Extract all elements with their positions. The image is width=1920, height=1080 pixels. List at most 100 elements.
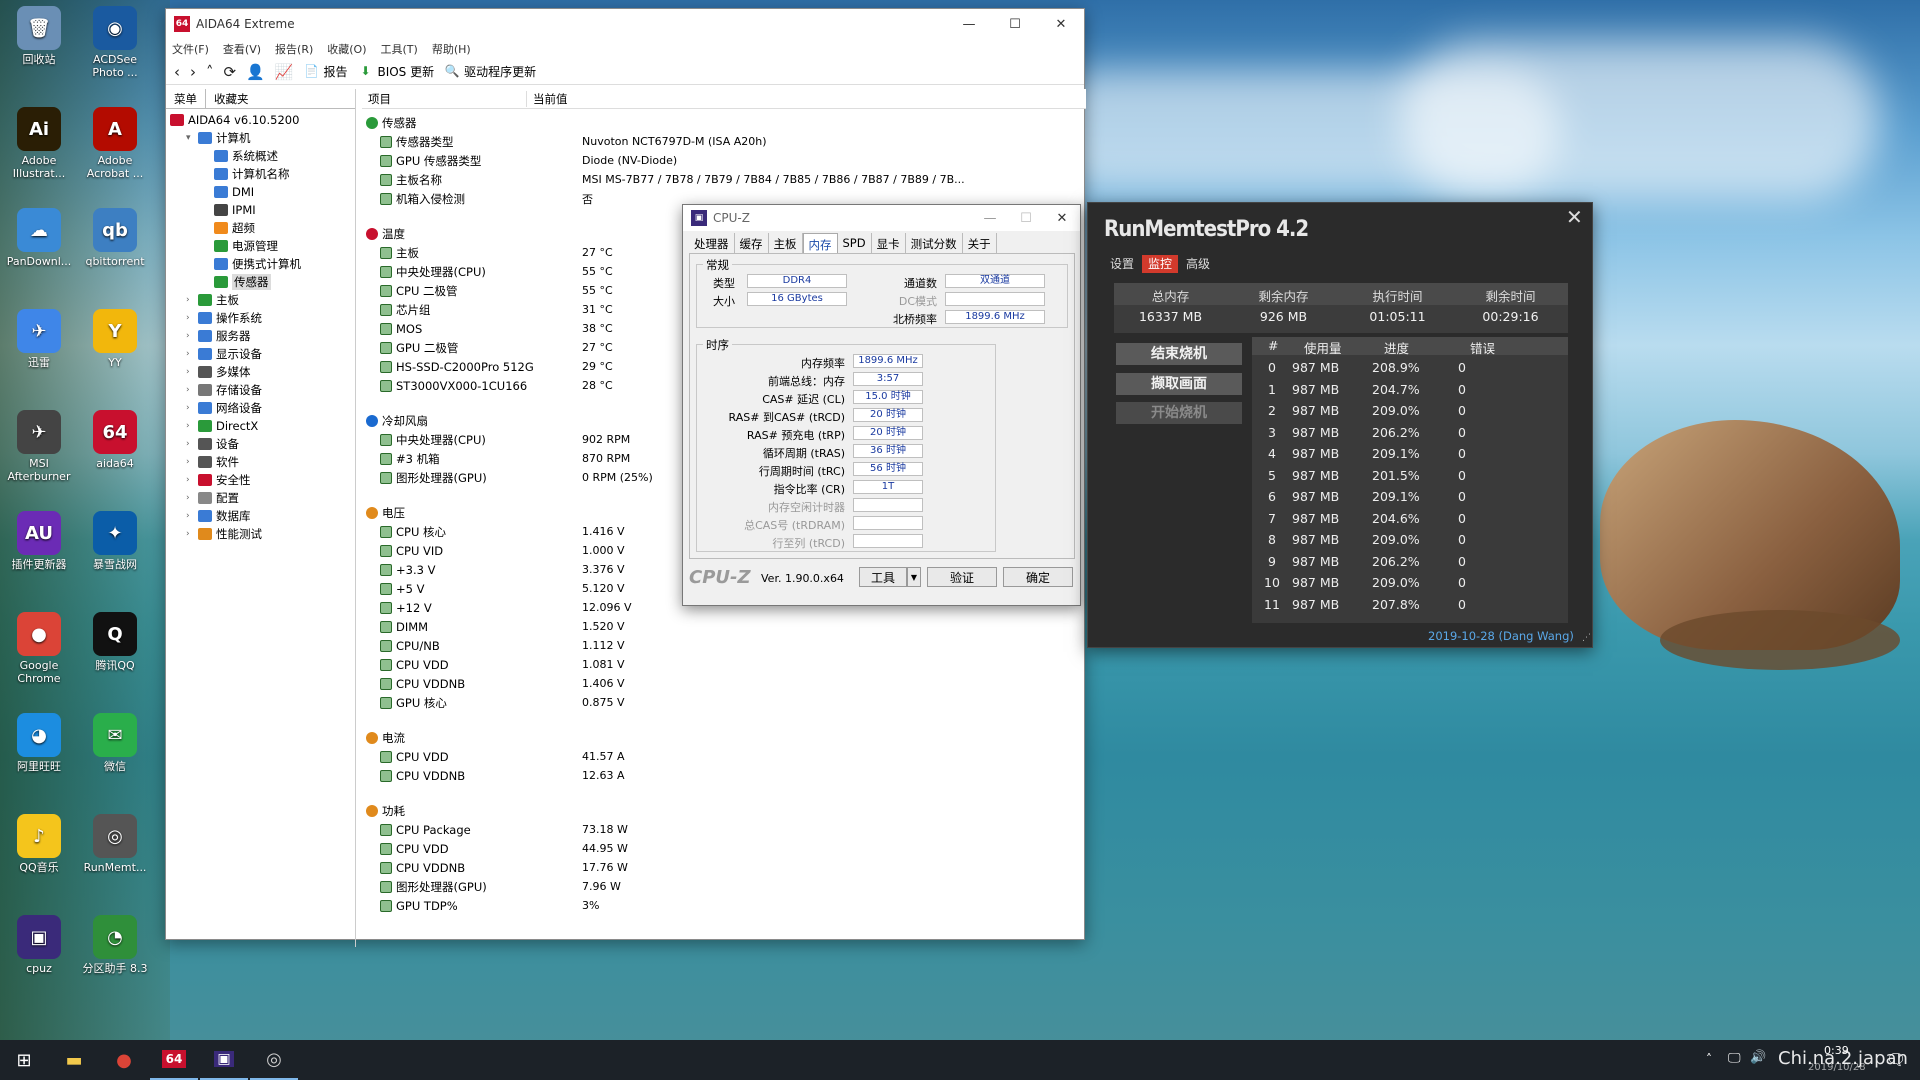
sensor-row[interactable]: CPU VDD 41.57 A	[362, 747, 1086, 766]
menu-item[interactable]: 查看(V)	[223, 41, 261, 57]
taskbar-cpuz[interactable]: ▣	[200, 1040, 248, 1080]
resize-grip-icon[interactable]: ⋰	[1582, 633, 1591, 643]
clock-time[interactable]: 0:39	[1824, 1044, 1849, 1057]
expand-chevron-icon[interactable]: ›	[186, 349, 198, 359]
back-icon[interactable]: ‹	[174, 63, 180, 81]
tree-tab[interactable]: 收藏夹	[206, 89, 257, 108]
tree-item[interactable]: 便携式计算机	[166, 255, 355, 273]
stop-burn-button[interactable]: 结束烧机	[1116, 343, 1242, 365]
sensor-row[interactable]: CPU VDDNB 17.76 W	[362, 858, 1086, 877]
expand-chevron-icon[interactable]: ›	[186, 475, 198, 485]
validate-button[interactable]: 验证	[927, 567, 997, 587]
cpuz-window[interactable]: ▣ CPU-Z — ☐ ✕ 处理器 缓存 主板 内存 SPD 显卡 测试分数 关于 常规 类型…	[682, 204, 1081, 606]
expand-chevron-icon[interactable]: ▾	[186, 133, 198, 143]
cpuz-titlebar[interactable]: ▣ CPU-Z — ☐ ✕	[683, 205, 1080, 231]
runmemtest-tab[interactable]: 高级	[1180, 255, 1216, 273]
sensor-row[interactable]: DIMM 1.520 V	[362, 617, 1086, 636]
desktop-icon[interactable]: ● Google Chrome	[2, 612, 76, 685]
sensor-row[interactable]: CPU Package 73.18 W	[362, 820, 1086, 839]
desktop-icon[interactable]: ✈ MSI Afterburner	[2, 410, 76, 483]
volume-icon[interactable]: 🔊	[1750, 1050, 1766, 1065]
expand-chevron-icon[interactable]: ›	[186, 403, 198, 413]
tree-item[interactable]: › 主板	[166, 291, 355, 309]
sensor-row[interactable]: GPU 传感器类型 Diode (NV-Diode)	[362, 151, 1086, 170]
sensor-row[interactable]: 传感器类型 Nuvoton NCT6797D-M (ISA A20h)	[362, 132, 1086, 151]
desktop-icon[interactable]: ◎ RunMemt...	[78, 814, 152, 874]
taskbar-runmemtest[interactable]: ◎	[250, 1040, 298, 1080]
desktop-icon[interactable]: Y YY	[78, 309, 152, 369]
desktop-icon[interactable]: ✈ 迅雷	[2, 309, 76, 369]
taskbar-aida64[interactable]: 64	[150, 1040, 198, 1080]
desktop-icon[interactable]: ☁ PanDownl...	[2, 208, 76, 268]
desktop-icon[interactable]: ◕ 阿里旺旺	[2, 713, 76, 773]
taskbar-explorer[interactable]: ▬	[50, 1040, 98, 1080]
tree-item[interactable]: DMI	[166, 183, 355, 201]
chart-icon[interactable]: 📈	[275, 63, 294, 81]
tools-button[interactable]: 工具	[859, 567, 907, 587]
sensor-row[interactable]: 主板名称 MSI MS-7B77 / 7B78 / 7B79 / 7B84 / 7…	[362, 170, 1086, 189]
driver-update-button[interactable]: 🔍 驱动程序更新	[444, 63, 537, 80]
tools-dropdown-icon[interactable]: ▼	[907, 567, 921, 587]
tree-item[interactable]: › DirectX	[166, 417, 355, 435]
sensor-row[interactable]: CPU VDD 1.081 V	[362, 655, 1086, 674]
desktop-icon[interactable]: ◉ ACDSee Photo ...	[78, 6, 152, 79]
expand-chevron-icon[interactable]: ›	[186, 439, 198, 449]
desktop-icon[interactable]: Ai Adobe Illustrat...	[2, 107, 76, 180]
tree-item[interactable]: › 操作系统	[166, 309, 355, 327]
tree-item[interactable]: › 显示设备	[166, 345, 355, 363]
sensor-row[interactable]: CPU VDDNB 12.63 A	[362, 766, 1086, 785]
tree-item[interactable]: 电源管理	[166, 237, 355, 255]
desktop-icon[interactable]: ✉ 微信	[78, 713, 152, 773]
desktop-icon[interactable]: qb qbittorrent	[78, 208, 152, 268]
tree-item[interactable]: › 安全性	[166, 471, 355, 489]
tree-tab[interactable]: 菜单	[166, 89, 206, 108]
clock-date[interactable]: 2019/10/28	[1808, 1062, 1866, 1073]
menu-item[interactable]: 工具(T)	[381, 41, 418, 57]
sensor-row[interactable]: CPU VDD 44.95 W	[362, 839, 1086, 858]
taskbar-chrome[interactable]: ●	[100, 1040, 148, 1080]
refresh-icon[interactable]: ⟳	[224, 63, 237, 81]
close-icon[interactable]: ✕	[1566, 205, 1583, 229]
tree-item[interactable]: 超频	[166, 219, 355, 237]
menu-item[interactable]: 帮助(H)	[432, 41, 471, 57]
tree-item[interactable]: › 多媒体	[166, 363, 355, 381]
tree-item[interactable]: › 配置	[166, 489, 355, 507]
user-icon[interactable]: 👤	[246, 63, 265, 81]
expand-chevron-icon[interactable]: ›	[186, 529, 198, 539]
tree-item[interactable]: › 数据库	[166, 507, 355, 525]
tree-item[interactable]: AIDA64 v6.10.5200	[166, 111, 355, 129]
expand-chevron-icon[interactable]: ›	[186, 421, 198, 431]
expand-chevron-icon[interactable]: ›	[186, 331, 198, 341]
expand-chevron-icon[interactable]: ›	[186, 493, 198, 503]
desktop-icon[interactable]: ▣ cpuz	[2, 915, 76, 975]
minimize-button[interactable]: —	[972, 205, 1008, 231]
tree-item[interactable]: ▾ 计算机	[166, 129, 355, 147]
runmemtest-window[interactable]: RunMemtestPro 4.2 ✕ 设置 监控 高级 总内存 16337 MB 剩余…	[1087, 202, 1593, 648]
desktop-icon[interactable]: A Adobe Acrobat ...	[78, 107, 152, 180]
expand-chevron-icon[interactable]: ›	[186, 367, 198, 377]
desktop-icon[interactable]: 64 aida64	[78, 410, 152, 470]
desktop-icon[interactable]: 🗑 回收站	[2, 6, 76, 66]
notification-icon[interactable]: 🗨	[1886, 1050, 1906, 1069]
close-button[interactable]: ✕	[1044, 205, 1080, 231]
start-button[interactable]: ⊞	[0, 1040, 48, 1080]
tree-item[interactable]: 传感器	[166, 273, 355, 291]
expand-chevron-icon[interactable]: ›	[186, 385, 198, 395]
tree-item[interactable]: › 性能测试	[166, 525, 355, 543]
desktop-icon[interactable]: ✦ 暴雪战网	[78, 511, 152, 571]
tree-item[interactable]: › 存储设备	[166, 381, 355, 399]
expand-chevron-icon[interactable]: ›	[186, 511, 198, 521]
maximize-button[interactable]: ☐	[1008, 205, 1044, 231]
ok-button[interactable]: 确定	[1003, 567, 1073, 587]
maximize-button[interactable]: ☐	[992, 9, 1038, 39]
runmemtest-tab[interactable]: 设置	[1104, 255, 1140, 273]
menu-item[interactable]: 报告(R)	[275, 41, 313, 57]
tree-item[interactable]: 计算机名称	[166, 165, 355, 183]
up-icon[interactable]: ˄	[206, 63, 214, 81]
sensor-row[interactable]: GPU 核心 0.875 V	[362, 693, 1086, 712]
desktop-icon[interactable]: ◔ 分区助手 8.3	[78, 915, 152, 975]
tree-item[interactable]: 系统概述	[166, 147, 355, 165]
tree-item[interactable]: IPMI	[166, 201, 355, 219]
report-button[interactable]: 📄 报告	[303, 63, 348, 80]
desktop-icon[interactable]: AU 插件更新器	[2, 511, 76, 571]
